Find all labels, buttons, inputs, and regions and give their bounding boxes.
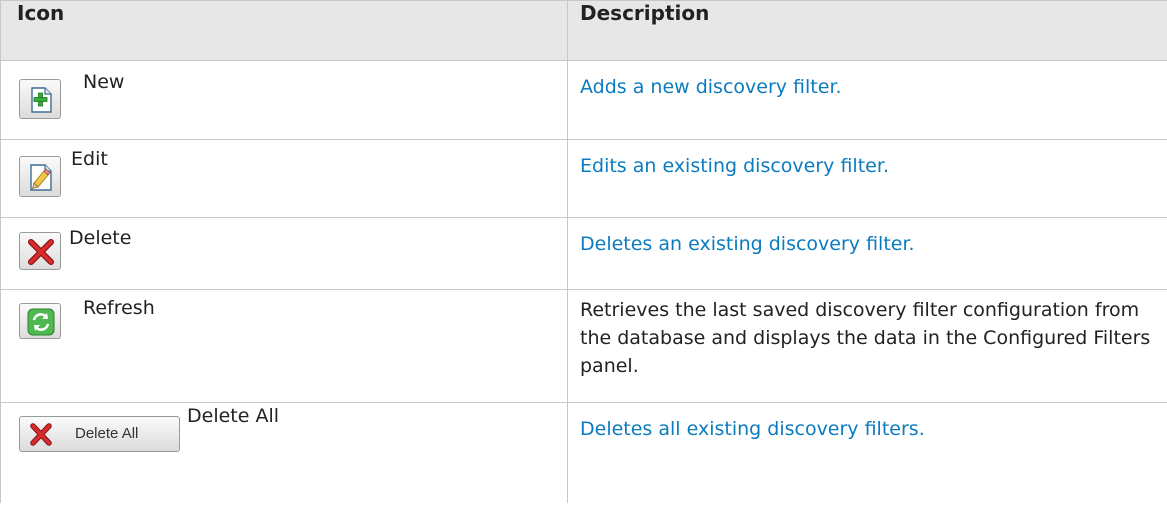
icon-cell: New <box>0 60 568 140</box>
delete-all-button[interactable]: Delete All <box>19 416 180 452</box>
refresh-label: Refresh <box>83 297 155 319</box>
edit-button[interactable] <box>19 156 61 197</box>
delete-x-icon <box>28 239 54 265</box>
icon-cell: Edit <box>0 139 568 218</box>
delete-all-icon <box>30 423 52 446</box>
delete-label: Delete <box>69 227 132 249</box>
delete-button[interactable] <box>19 232 61 270</box>
new-description-link[interactable]: Adds a new discovery filter. <box>580 76 842 98</box>
icon-description-table: Icon Description New Adds a new discover… <box>0 0 1167 503</box>
table-row: Refresh Retrieves the last saved discove… <box>0 289 1167 403</box>
delete-all-description-link[interactable]: Deletes all existing discovery filters. <box>580 418 925 440</box>
icon-cell: Delete <box>0 217 568 290</box>
description-cell: Deletes all existing discovery filters. <box>567 402 1167 503</box>
table-row: Delete All Delete All Deletes all existi… <box>0 402 1167 503</box>
description-cell: Edits an existing discovery filter. <box>567 139 1167 218</box>
icon-cell: Delete All Delete All <box>0 402 568 503</box>
table-row: Edit Edits an existing discovery filter. <box>0 139 1167 218</box>
description-cell: Deletes an existing discovery filter. <box>567 217 1167 290</box>
icon-cell: Refresh <box>0 289 568 403</box>
table-row: Delete Deletes an existing discovery fil… <box>0 217 1167 290</box>
description-cell: Retrieves the last saved discovery filte… <box>567 289 1167 403</box>
refresh-icon <box>27 308 55 336</box>
new-doc-icon <box>31 87 52 113</box>
edit-doc-icon <box>30 164 52 191</box>
delete-description-link[interactable]: Deletes an existing discovery filter. <box>580 233 915 255</box>
delete-all-button-text: Delete All <box>75 425 139 442</box>
new-button[interactable] <box>19 79 61 119</box>
edit-label: Edit <box>71 148 108 170</box>
refresh-description: Retrieves the last saved discovery filte… <box>580 299 1151 377</box>
edit-description-link[interactable]: Edits an existing discovery filter. <box>580 155 889 177</box>
description-column-header: Description <box>567 0 1167 61</box>
table-row: New Adds a new discovery filter. <box>0 60 1167 140</box>
icon-column-header: Icon <box>0 0 568 61</box>
table-header-row: Icon Description <box>0 0 1167 61</box>
description-cell: Adds a new discovery filter. <box>567 60 1167 140</box>
delete-all-label: Delete All <box>187 405 280 427</box>
new-label: New <box>83 71 125 93</box>
refresh-button[interactable] <box>19 303 61 339</box>
